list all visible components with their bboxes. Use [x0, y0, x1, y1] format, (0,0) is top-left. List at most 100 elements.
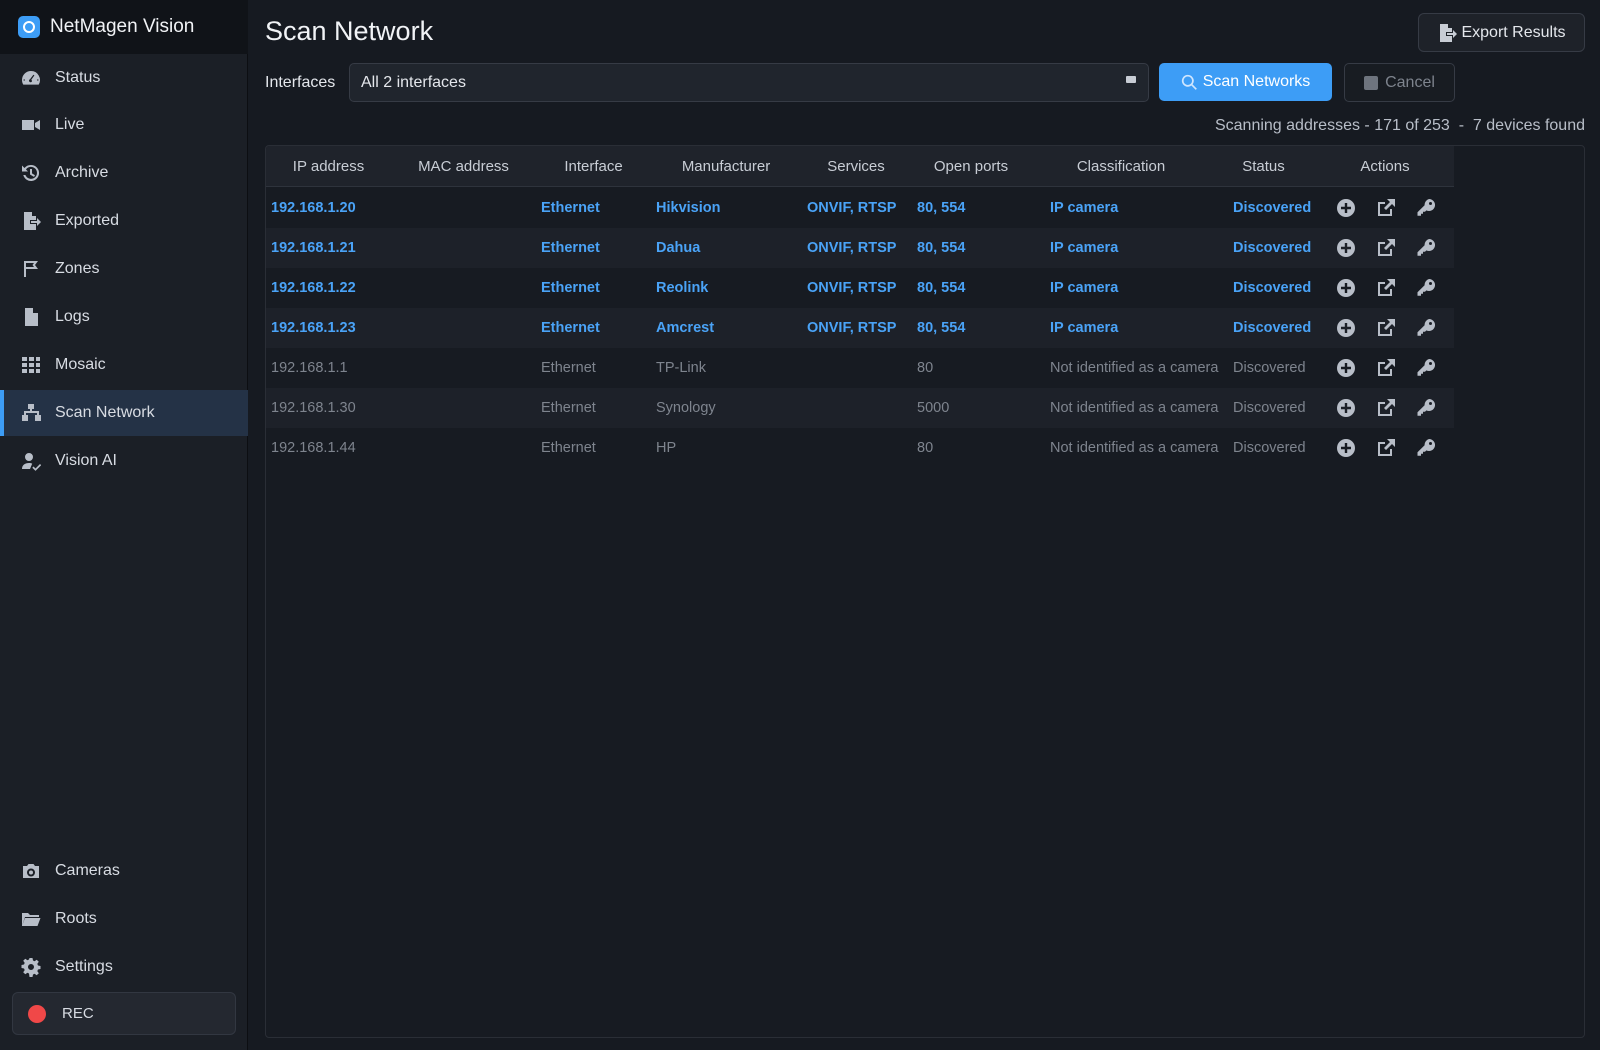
sidebar-item-label: Scan Network: [55, 404, 155, 421]
sidebar-item-archive[interactable]: Archive: [0, 150, 248, 196]
cell-services: ONVIF, RTSP: [807, 200, 897, 216]
user-check-icon: [22, 453, 41, 471]
table-row[interactable]: 192.168.1.22 Ethernet Reolink ONVIF, RTSP 80…: [266, 268, 1454, 308]
sidebar-item-label: Exported: [55, 212, 120, 229]
sidebar-item-vision-ai[interactable]: Vision AI: [0, 438, 248, 484]
add-device-button[interactable]: [1336, 358, 1356, 378]
interfaces-label: Interfaces: [265, 74, 336, 91]
sidebar-item-zones[interactable]: Zones: [0, 246, 248, 292]
table-row[interactable]: 192.168.1.21 Ethernet Dahua ONVIF, RTSP 80, …: [266, 228, 1454, 268]
key-icon: [1417, 278, 1436, 296]
zone-flag-icon: [24, 261, 38, 277]
sidebar-item-label: Roots: [55, 910, 97, 927]
add-device-button[interactable]: [1336, 278, 1356, 298]
file-export-icon-wrap: [20, 210, 42, 232]
open-device-button[interactable]: [1376, 238, 1396, 258]
key-icon: [1417, 198, 1436, 216]
cell-interface: Ethernet: [541, 200, 600, 216]
credentials-button[interactable]: [1416, 398, 1436, 418]
sidebar-item-logs[interactable]: Logs: [0, 294, 248, 340]
stop-icon: [1364, 75, 1379, 90]
folder-icon: [22, 913, 41, 926]
user-check-icon-wrap: [20, 450, 42, 472]
open-device-button[interactable]: [1376, 198, 1396, 218]
sidebar-item-settings[interactable]: Settings: [0, 944, 248, 990]
table-row[interactable]: 192.168.1.30 Ethernet Synology 5000 Not iden…: [266, 388, 1454, 428]
cell-interface: Ethernet: [541, 360, 596, 376]
history-icon: [22, 164, 40, 181]
column-header-open-ports[interactable]: Open ports: [911, 146, 1031, 187]
add-circle-icon: [1337, 359, 1355, 377]
video-icon: [22, 120, 40, 130]
table-row[interactable]: 192.168.1.44 Ethernet HP 80 Not identified a…: [266, 428, 1454, 468]
add-device-button[interactable]: [1336, 238, 1356, 258]
cell-services: ONVIF, RTSP: [807, 240, 897, 256]
sidebar-item-exported[interactable]: Exported: [0, 198, 248, 244]
sidebar-item-label: Mosaic: [55, 356, 106, 373]
sidebar-item-cameras[interactable]: Cameras: [0, 848, 248, 894]
sidebar-item-scan-network[interactable]: Scan Network: [0, 390, 248, 436]
interfaces-value: All 2 interfaces: [361, 73, 466, 91]
table-row[interactable]: 192.168.1.20 Ethernet Hikvision ONVIF, RTSP…: [266, 188, 1454, 228]
credentials-button[interactable]: [1416, 238, 1436, 258]
cell-open-ports: 80, 554: [917, 200, 966, 216]
column-header-classification[interactable]: Classification: [1031, 146, 1211, 187]
document-icon: [25, 308, 38, 326]
column-header-ip-address[interactable]: IP address: [266, 146, 391, 187]
sidebar-item-status[interactable]: Status: [0, 55, 248, 101]
cell-services: ONVIF, RTSP: [807, 280, 897, 296]
gear-icon-wrap: [20, 956, 42, 978]
cell-classification: IP camera: [1050, 240, 1119, 256]
credentials-button[interactable]: [1416, 358, 1436, 378]
add-circle-icon: [1337, 279, 1355, 297]
column-header-interface[interactable]: Interface: [536, 146, 651, 187]
cell-interface: Ethernet: [541, 400, 596, 416]
open-device-button[interactable]: [1376, 438, 1396, 458]
credentials-button[interactable]: [1416, 438, 1436, 458]
cell-status: Discovered: [1233, 280, 1312, 296]
open-device-button[interactable]: [1376, 358, 1396, 378]
add-device-button[interactable]: [1336, 198, 1356, 218]
cancel-button[interactable]: Cancel: [1344, 63, 1455, 102]
add-device-button[interactable]: [1336, 438, 1356, 458]
sidebar-item-live[interactable]: Live: [0, 102, 248, 148]
column-header-services[interactable]: Services: [801, 146, 911, 187]
camera-icon: [23, 864, 39, 878]
sidebar-item-roots[interactable]: Roots: [0, 896, 248, 942]
rec-button[interactable]: REC: [12, 992, 236, 1035]
external-link-icon: [1378, 439, 1395, 456]
interfaces-select[interactable]: All 2 interfaces: [349, 63, 1149, 102]
scan-networks-button[interactable]: Scan Networks: [1159, 63, 1332, 101]
open-device-button[interactable]: [1376, 278, 1396, 298]
column-header-status[interactable]: Status: [1211, 146, 1316, 187]
cell-open-ports: 80: [917, 360, 934, 376]
credentials-button[interactable]: [1416, 278, 1436, 298]
document-icon-wrap: [20, 306, 42, 328]
scan-label: Scan Networks: [1202, 73, 1311, 90]
credentials-button[interactable]: [1416, 198, 1436, 218]
cell-status: Discovered: [1233, 400, 1306, 416]
add-device-button[interactable]: [1336, 398, 1356, 418]
cell-status: Discovered: [1233, 320, 1312, 336]
sidebar-item-mosaic[interactable]: Mosaic: [0, 342, 248, 388]
export-results-button[interactable]: Export Results: [1418, 13, 1585, 52]
cell-status: Discovered: [1233, 360, 1306, 376]
open-device-button[interactable]: [1376, 318, 1396, 338]
add-device-button[interactable]: [1336, 318, 1356, 338]
brand-header: NetMagen Vision: [0, 0, 248, 54]
cell-interface: Ethernet: [541, 240, 600, 256]
column-header-mac-address[interactable]: MAC address: [391, 146, 536, 187]
open-device-button[interactable]: [1376, 398, 1396, 418]
column-header-manufacturer[interactable]: Manufacturer: [651, 146, 801, 187]
credentials-button[interactable]: [1416, 318, 1436, 338]
cell-interface: Ethernet: [541, 320, 600, 336]
sidebar-item-label: Status: [55, 69, 101, 86]
external-link-icon: [1378, 319, 1395, 336]
gauge-icon-wrap: [20, 67, 42, 89]
table-row[interactable]: 192.168.1.23 Ethernet Amcrest ONVIF, RTSP 80…: [266, 308, 1454, 348]
table-row[interactable]: 192.168.1.1 Ethernet TP-Link 80 Not identifi…: [266, 348, 1454, 388]
scan-progress-text: Scanning addresses - 171 of 253 - 7 devi…: [1214, 117, 1585, 134]
app-title: NetMagen Vision: [50, 16, 195, 37]
cell-ip: 192.168.1.1: [271, 360, 348, 376]
column-header-actions[interactable]: Actions: [1316, 146, 1454, 187]
